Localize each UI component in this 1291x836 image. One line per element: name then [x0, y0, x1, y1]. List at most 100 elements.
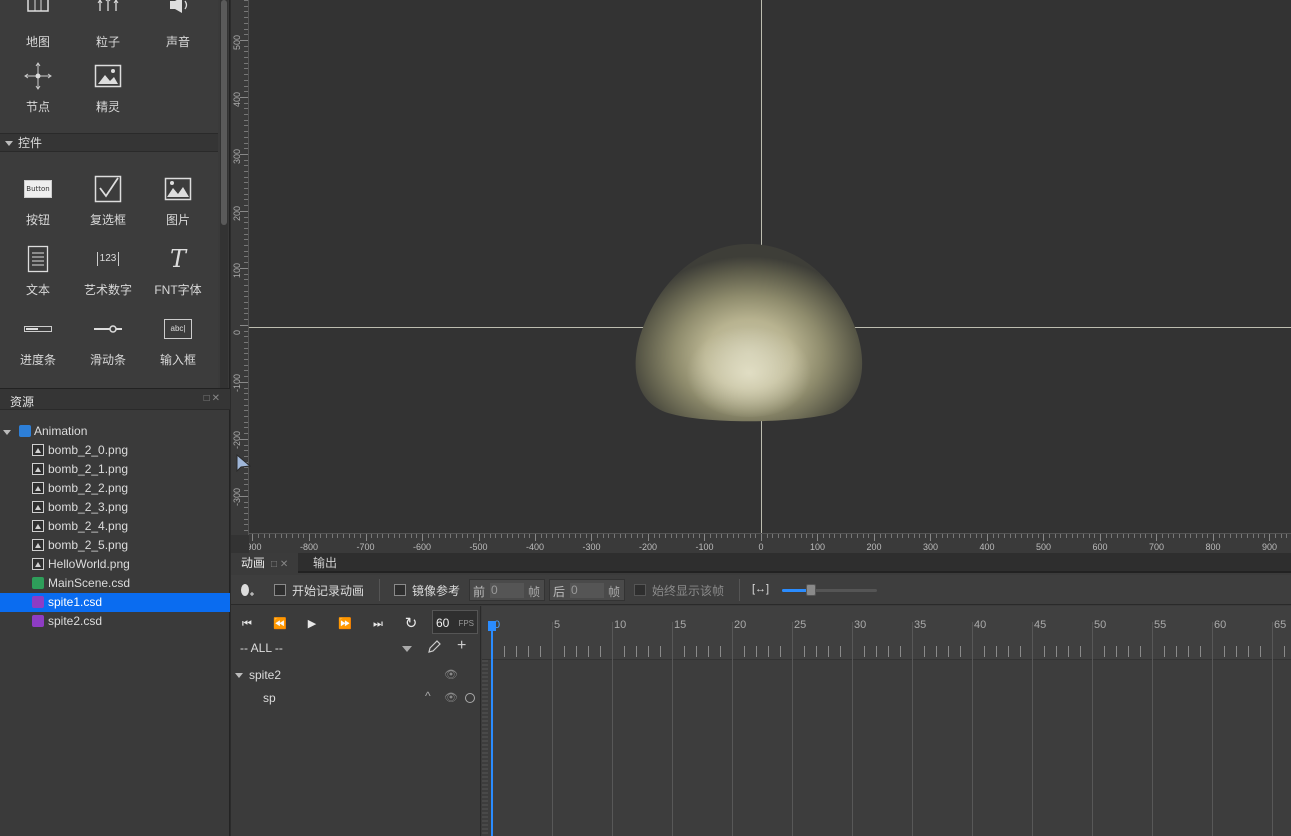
tile-sprite[interactable]: 精灵 [73, 58, 143, 124]
ruler-tick [501, 534, 502, 538]
layer-row-spite2[interactable]: spite2 👁 [231, 664, 481, 687]
expand-triangle-icon[interactable] [3, 430, 11, 435]
ruler-tick [244, 222, 248, 223]
tile-node[interactable]: 节点 [3, 58, 73, 124]
ruler-tick [1083, 534, 1084, 538]
panel-float-close-icons[interactable]: □✕ [204, 393, 222, 404]
ruler-label: 0 [232, 329, 242, 335]
ruler-tick [733, 534, 734, 538]
tree-item-label: bomb_2_2.png [48, 481, 129, 495]
play-icon[interactable]: ▶ [303, 616, 321, 632]
tab-float-close-icons[interactable]: □ ✕ [271, 559, 288, 570]
tile-particle[interactable]: 粒子 [73, 0, 143, 59]
tree-item-file[interactable]: bomb_2_5.png [0, 536, 230, 555]
tile-image[interactable]: 图片 [143, 171, 213, 237]
record-animation-checkbox[interactable] [274, 584, 286, 596]
tab-animation[interactable]: 动画 □ ✕ [231, 553, 299, 573]
before-value[interactable]: 0 [490, 583, 524, 598]
tree-item-file[interactable]: spite1.csd [0, 593, 230, 612]
tree-item-label: spite1.csd [48, 595, 103, 609]
next-frame-icon[interactable]: ⏩ [336, 616, 354, 632]
onion-before-field[interactable]: 前 0 帧 [469, 579, 545, 601]
timeline-ruler[interactable]: 0 5 10 15 20 25 30 35 40 45 50 55 60 65 [482, 606, 1291, 660]
chevron-down-icon[interactable] [402, 646, 412, 652]
visibility-eye-icon[interactable]: 👁 [444, 691, 458, 704]
ruler-tick [1156, 534, 1157, 541]
tree-item-file[interactable]: bomb_2_1.png [0, 460, 230, 479]
tree-item-file[interactable]: bomb_2_2.png [0, 479, 230, 498]
frame-tick [624, 646, 625, 657]
tile-art-number[interactable]: 123 艺术数字 [73, 241, 143, 307]
explosion-sprite[interactable] [628, 241, 870, 425]
last-frame-icon[interactable]: ⏭ [369, 616, 387, 632]
tile-checkbox[interactable]: 复选框 [73, 171, 143, 237]
onion-after-field[interactable]: 后 0 帧 [549, 579, 625, 601]
frame-gridline [612, 622, 613, 836]
resources-panel-header: 资源 □✕ [0, 388, 230, 410]
frame-tick [648, 646, 649, 657]
frame-tick [804, 646, 805, 657]
scrollbar-thumb[interactable] [221, 0, 227, 225]
fps-value[interactable]: 60 [436, 616, 449, 630]
tile-progress-bar[interactable]: 进度条 [3, 311, 73, 377]
timeline-zoom-slider[interactable] [782, 584, 877, 596]
tile-button[interactable]: Button 按钮 [3, 171, 73, 237]
always-show-frame-checkbox[interactable] [634, 584, 646, 596]
expand-triangle-icon[interactable] [235, 673, 243, 678]
ruler-tick [244, 148, 248, 149]
tree-item-file[interactable]: bomb_2_3.png [0, 498, 230, 517]
ruler-tick [840, 534, 841, 538]
timeline[interactable]: 0 5 10 15 20 25 30 35 40 45 50 55 60 65 [482, 606, 1291, 836]
mirror-reference-checkbox[interactable] [394, 584, 406, 596]
ruler-tick [244, 103, 248, 104]
tile-slider[interactable]: 滑动条 [73, 311, 143, 377]
ruler-tick [244, 177, 248, 178]
lock-caret-icon[interactable]: ^ [425, 689, 431, 703]
fps-field[interactable]: 60 FPS [432, 610, 478, 634]
after-value[interactable]: 0 [570, 583, 604, 598]
tile-text[interactable]: 文本 [3, 241, 73, 307]
csd-file-icon [32, 615, 44, 627]
ruler-tick [665, 534, 666, 538]
playhead-handle[interactable] [488, 621, 496, 631]
tab-output[interactable]: 输出 [303, 553, 347, 573]
tile-audio[interactable]: 声音 [143, 0, 213, 59]
tree-item-project[interactable]: Animation [0, 422, 230, 441]
layer-row-sp[interactable]: sp ^ 👁 [231, 687, 481, 710]
horizontal-ruler: -900 -800 -700 -600 -500 -400 -300 -200 -100 0 100… [249, 533, 1291, 553]
ruler-tick [1264, 534, 1265, 538]
tile-map[interactable]: 地图 [3, 0, 73, 59]
previous-frame-icon[interactable]: ⏪ [271, 616, 289, 632]
ruler-tick [244, 519, 248, 520]
add-icon[interactable]: + [457, 637, 466, 655]
tile-fnt-font[interactable]: T FNT字体 [143, 241, 213, 307]
pencil-icon[interactable] [427, 640, 441, 654]
image-file-icon [32, 520, 44, 532]
ruler-tick [1281, 534, 1282, 538]
tree-item-file[interactable]: bomb_2_0.png [0, 441, 230, 460]
visibility-eye-icon[interactable]: 👁 [444, 668, 458, 681]
controls-section-header[interactable]: 控件 [0, 133, 218, 152]
frame-gridline [732, 622, 733, 836]
tree-item-file[interactable]: HelloWorld.png [0, 555, 230, 574]
tree-item-file[interactable]: MainScene.csd [0, 574, 230, 593]
scene-viewport[interactable]: 500 400 300 200 100 0 -100 -200 -300 -900 -800 -70… [231, 0, 1291, 553]
widget-palette-scrollbar[interactable] [220, 0, 228, 388]
ruler-tick [1134, 534, 1135, 538]
add-keyframe-icon[interactable] [239, 582, 255, 598]
slider-knob[interactable] [805, 584, 816, 596]
first-frame-icon[interactable]: ⏮ [238, 616, 256, 632]
ruler-tick [654, 534, 655, 538]
tree-item-file[interactable]: spite2.csd [0, 612, 230, 631]
zoom-fit-icon[interactable]: [↔] [752, 583, 769, 595]
tile-input-box[interactable]: abc| 输入框 [143, 311, 213, 377]
frame-tick [1236, 646, 1237, 657]
progress-bar-icon [24, 315, 52, 343]
frame-tick [1224, 646, 1225, 657]
ruler-label: -600 [412, 542, 432, 552]
loop-icon[interactable]: ↻ [402, 616, 420, 632]
layer-filter[interactable]: -- ALL -- + [231, 636, 481, 660]
tree-item-file[interactable]: bomb_2_4.png [0, 517, 230, 536]
playhead[interactable] [488, 621, 496, 836]
outline-circle-icon[interactable] [465, 693, 475, 703]
